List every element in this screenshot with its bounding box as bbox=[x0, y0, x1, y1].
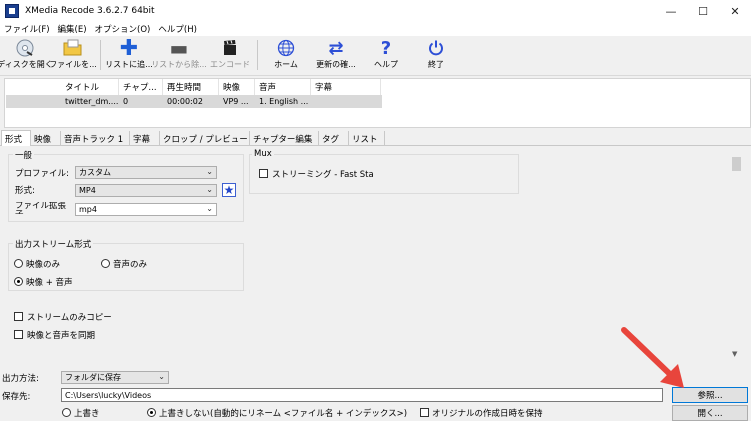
video-audio-radio[interactable] bbox=[14, 277, 23, 286]
profile-select[interactable]: カスタム ⌄ bbox=[75, 166, 217, 179]
plus-icon: ✚ bbox=[119, 35, 139, 61]
no-overwrite-label: 上書きしない(自動的にリネーム <ファイル名 + インデックス>) bbox=[159, 409, 408, 419]
column-header-duration[interactable]: 再生時間 bbox=[163, 79, 219, 95]
audio-only-radio[interactable] bbox=[101, 259, 110, 268]
menu-edit[interactable]: 編集(E) bbox=[54, 23, 91, 35]
title-bar: XMedia Recode 3.6.2.7 64bit — ☐ ✕ bbox=[0, 0, 751, 22]
help-button[interactable]: ? ヘルプ bbox=[366, 38, 406, 74]
keep-date-checkbox[interactable] bbox=[420, 408, 429, 417]
chevron-down-icon: ⌄ bbox=[206, 204, 213, 213]
format-select[interactable]: MP4 ⌄ bbox=[75, 184, 217, 197]
mux-group-title: Mux bbox=[252, 149, 274, 159]
window-title: XMedia Recode 3.6.2.7 64bit bbox=[25, 6, 155, 16]
stream-copy-label: ストリームのみコピー bbox=[27, 313, 112, 323]
power-icon bbox=[427, 38, 445, 58]
cell-audio: 1. English ... bbox=[259, 97, 309, 106]
output-stream-title: 出力ストリーム形式 bbox=[13, 238, 94, 250]
column-header-audio[interactable]: 音声 bbox=[255, 79, 311, 95]
audio-only-label: 音声のみ bbox=[113, 260, 148, 270]
tab-tags[interactable]: タグ bbox=[319, 131, 349, 146]
disc-icon bbox=[16, 38, 34, 58]
cell-video: VP9 ... bbox=[223, 97, 249, 106]
folder-icon bbox=[63, 38, 83, 58]
close-button[interactable]: ✕ bbox=[719, 0, 751, 22]
chevron-down-icon: ⌄ bbox=[206, 185, 213, 194]
toolbar: ディスクを開く ファイルを... ✚ リストに追... ▬ リストから除... … bbox=[0, 36, 751, 76]
menu-file[interactable]: ファイル(F) bbox=[0, 23, 54, 35]
column-header-subtitles[interactable]: 字幕 bbox=[311, 79, 381, 95]
encode-button[interactable]: エンコード bbox=[206, 38, 254, 74]
star-icon: ★ bbox=[223, 183, 235, 197]
streaming-label: ストリーミング - Fast Sta bbox=[272, 170, 374, 180]
column-header-title[interactable]: タイトル bbox=[61, 79, 119, 95]
menu-options[interactable]: オプション(O) bbox=[91, 23, 155, 35]
destination-input[interactable]: C:\Users\lucky\Videos bbox=[61, 388, 663, 402]
open-disc-button[interactable]: ディスクを開く bbox=[0, 38, 53, 74]
sync-av-label: 映像と音声を同期 bbox=[27, 331, 96, 341]
tab-strip: 形式 映像 音声トラック 1 字幕 クロップ / プレビュー チャプター編集 タ… bbox=[0, 130, 751, 147]
toolbar-separator bbox=[257, 40, 258, 70]
video-audio-label: 映像 + 音声 bbox=[26, 278, 73, 288]
keep-date-label: オリジナルの作成日時を保持 bbox=[432, 409, 543, 419]
video-only-label: 映像のみ bbox=[26, 260, 61, 270]
toolbar-separator bbox=[100, 40, 101, 70]
app-icon bbox=[5, 4, 19, 18]
question-icon: ? bbox=[380, 37, 392, 59]
scroll-down-icon[interactable]: ▼ bbox=[732, 350, 737, 358]
destination-label: 保存先: bbox=[2, 392, 31, 402]
no-overwrite-radio[interactable] bbox=[147, 408, 156, 417]
remove-from-list-button[interactable]: ▬ リストから除... bbox=[151, 36, 207, 74]
home-button[interactable]: ホーム bbox=[266, 38, 306, 74]
update-check-button[interactable]: ⇄ 更新の確... bbox=[312, 38, 360, 74]
video-only-radio[interactable] bbox=[14, 259, 23, 268]
stream-copy-checkbox[interactable] bbox=[14, 312, 23, 321]
menu-bar: ファイル(F) 編集(E) オプション(O) ヘルプ(H) bbox=[0, 22, 751, 36]
tab-list[interactable]: リスト bbox=[349, 131, 385, 146]
refresh-icon: ⇄ bbox=[328, 37, 344, 59]
cell-title: twitter_dm.... bbox=[65, 97, 119, 106]
favorite-star-button[interactable]: ★ bbox=[222, 183, 236, 197]
column-header-chapters[interactable]: チャプ... bbox=[119, 79, 163, 95]
overwrite-label: 上書き bbox=[74, 409, 100, 419]
cell-subtitles bbox=[311, 95, 381, 108]
sync-av-checkbox[interactable] bbox=[14, 330, 23, 339]
cell-chapters: 0 bbox=[123, 97, 129, 106]
exit-button[interactable]: 終了 bbox=[416, 38, 456, 74]
minimize-button[interactable]: — bbox=[655, 0, 687, 22]
add-to-list-button[interactable]: ✚ リストに追... bbox=[104, 35, 154, 74]
overwrite-radio[interactable] bbox=[62, 408, 71, 417]
output-method-select[interactable]: フォルダに保存 ⌄ bbox=[61, 371, 169, 384]
clapper-icon bbox=[222, 38, 238, 58]
globe-icon bbox=[277, 38, 295, 58]
tab-format[interactable]: 形式 bbox=[1, 130, 31, 147]
open-file-button[interactable]: ファイルを... bbox=[49, 38, 97, 74]
maximize-button[interactable]: ☐ bbox=[687, 0, 719, 22]
window-controls: — ☐ ✕ bbox=[655, 0, 751, 22]
menu-help[interactable]: ヘルプ(H) bbox=[154, 23, 201, 35]
chevron-down-icon: ⌄ bbox=[158, 372, 165, 381]
format-label: 形式: bbox=[15, 186, 35, 196]
streaming-checkbox[interactable] bbox=[259, 169, 268, 178]
vertical-scrollbar[interactable]: ▼ bbox=[730, 152, 744, 364]
output-method-label: 出力方法: bbox=[2, 374, 39, 384]
tab-audio-track[interactable]: 音声トラック 1 bbox=[61, 131, 130, 146]
tab-crop-preview[interactable]: クロップ / プレビュー bbox=[160, 131, 250, 146]
open-folder-button[interactable]: 開く... bbox=[672, 405, 748, 421]
cell-duration: 00:00:02 bbox=[167, 97, 203, 106]
tab-chapter-edit[interactable]: チャプター編集 bbox=[250, 131, 319, 146]
column-header-video[interactable]: 映像 bbox=[219, 79, 255, 95]
tab-video[interactable]: 映像 bbox=[31, 131, 61, 146]
browse-button[interactable]: 参照... bbox=[672, 387, 748, 403]
chevron-down-icon: ⌄ bbox=[206, 167, 213, 176]
file-extension-select[interactable]: mp4 ⌄ bbox=[75, 203, 217, 216]
file-extension-label: ファイル拡張子 bbox=[15, 202, 67, 214]
profile-label: プロファイル: bbox=[15, 169, 69, 179]
format-panel: 一般 プロファイル: カスタム ⌄ 形式: MP4 ⌄ ★ ファイル拡張子 mp… bbox=[1, 146, 738, 364]
file-list[interactable]: タイトル チャプ... 再生時間 映像 音声 字幕 twitter_dm....… bbox=[4, 78, 751, 128]
tab-subtitles[interactable]: 字幕 bbox=[130, 131, 160, 146]
general-group-title: 一般 bbox=[13, 149, 35, 161]
scrollbar-thumb[interactable] bbox=[732, 157, 741, 171]
minus-icon: ▬ bbox=[169, 36, 189, 60]
